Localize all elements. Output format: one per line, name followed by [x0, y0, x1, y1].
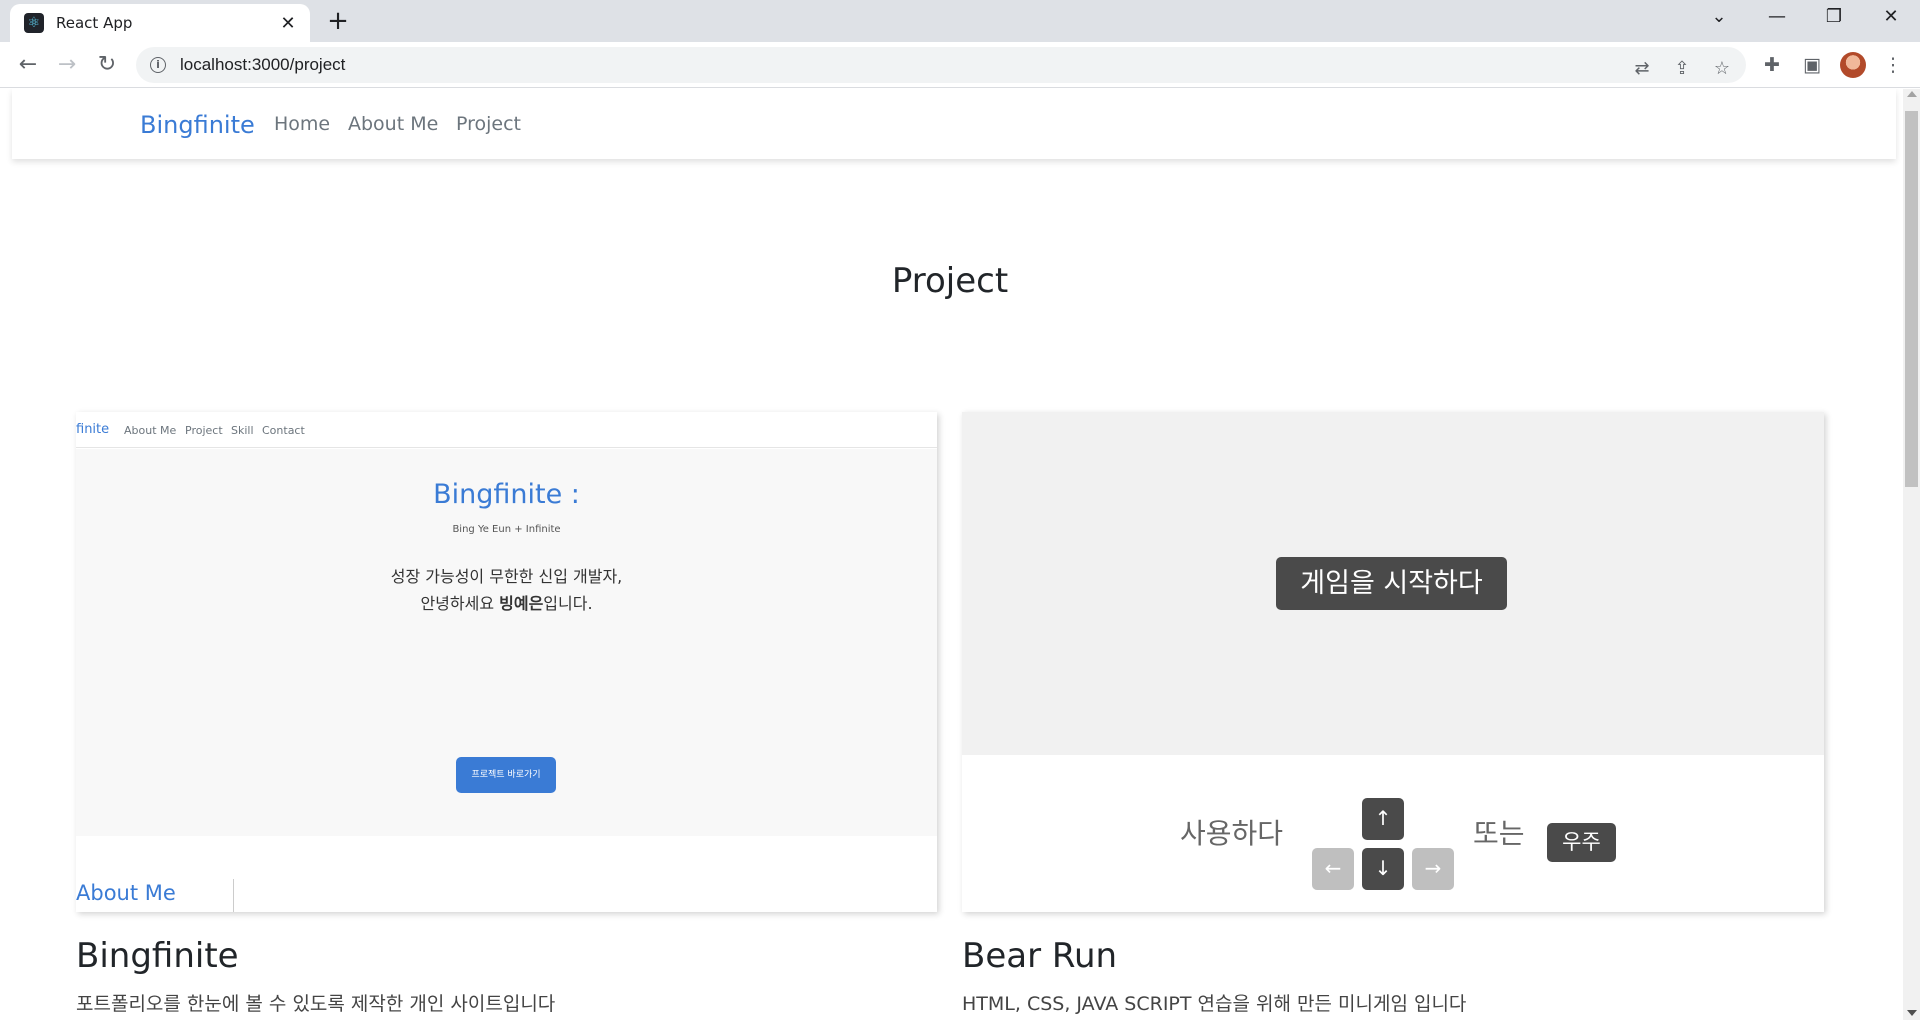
preview-nav-contact: Contact	[262, 424, 305, 437]
preview-intro-suffix: 입니다.	[543, 594, 593, 613]
project-description-bingfinite: 포트폴리오를 한눈에 볼 수 있도록 제작한 개인 사이트입니다	[76, 993, 556, 1015]
preview-subheading: Bing Ye Eun + Infinite	[452, 524, 561, 535]
browser-tab-strip: ⚛ React App ✕ + ⌄ — ❐ ✕	[0, 0, 1920, 42]
browser-toolbar: ← → ↻ i localhost:3000/project ⇄ ⇪ ☆	[0, 42, 1920, 88]
page-title: Project	[891, 261, 1009, 301]
preview-about-heading: About Me	[76, 881, 176, 905]
profile-avatar[interactable]	[1840, 52, 1866, 78]
window-close-icon[interactable]: ✕	[1876, 6, 1906, 27]
preview-intro: 성장 가능성이 무한한 신입 개발자, 안녕하세요 빙예은입니다.	[76, 563, 937, 617]
scrollbar-thumb[interactable]	[1905, 111, 1918, 487]
page-scrollbar[interactable]	[1903, 89, 1920, 1020]
minimize-icon[interactable]: —	[1762, 6, 1792, 27]
project-preview-bingfinite[interactable]: finite About Me Project Skill Contact Bi…	[76, 412, 937, 912]
arrow-left-key-icon: ←	[1312, 848, 1354, 890]
preview-intro-name: 빙예은	[499, 594, 544, 613]
preview-nav-skill: Skill	[231, 424, 254, 437]
react-favicon-icon: ⚛	[24, 13, 44, 33]
controls-use-label: 사용하다	[1180, 817, 1284, 850]
scroll-down-arrow-icon[interactable]	[1907, 1010, 1917, 1016]
restore-icon[interactable]: ❐	[1819, 6, 1849, 27]
browser-menu-icon[interactable]: ⋮	[1880, 53, 1906, 77]
translate-icon[interactable]: ⇄	[1630, 57, 1654, 81]
arrow-up-key-icon: ↑	[1362, 798, 1404, 840]
project-preview-bear-run[interactable]: 게임을 시작하다 사용하다 ↑ ← ↓ → 또는 우주	[962, 412, 1824, 912]
preview-intro-prefix: 안녕하세요	[420, 594, 500, 613]
tab-search-chevron-icon[interactable]: ⌄	[1704, 6, 1734, 27]
bookmark-star-icon[interactable]: ☆	[1710, 57, 1734, 81]
project-title-bear-run: Bear Run	[962, 936, 1118, 976]
preview-heading: Bingfinite :	[433, 479, 580, 510]
new-tab-icon[interactable]: +	[326, 8, 350, 34]
site-brand[interactable]: Bingfinite	[140, 111, 255, 139]
project-title-bingfinite: Bingfinite	[76, 936, 239, 976]
space-key: 우주	[1547, 823, 1616, 862]
nav-link-about-me[interactable]: About Me	[348, 113, 438, 135]
forward-arrow-icon[interactable]: →	[53, 52, 81, 78]
tab-title: React App	[56, 14, 133, 32]
preview-intro-line2: 안녕하세요 빙예은입니다.	[76, 590, 937, 617]
preview-intro-line1: 성장 가능성이 무한한 신입 개발자,	[390, 567, 623, 586]
nav-link-project[interactable]: Project	[456, 113, 521, 135]
site-info-icon[interactable]: i	[150, 57, 166, 73]
arrow-down-key-icon: ↓	[1362, 848, 1404, 890]
browser-tab[interactable]: ⚛ React App ✕	[10, 4, 310, 42]
back-arrow-icon[interactable]: ←	[14, 52, 42, 78]
close-tab-icon[interactable]: ✕	[278, 13, 298, 34]
page-viewport: Bingfinite Home About Me Project Project…	[0, 89, 1920, 1020]
project-description-bear-run: HTML, CSS, JAVA SCRIPT 연습을 위해 만든 미니게임 입니…	[962, 993, 1467, 1015]
scroll-up-arrow-icon[interactable]	[1907, 91, 1917, 97]
side-panel-icon[interactable]: ▣	[1799, 53, 1825, 77]
address-bar[interactable]: i localhost:3000/project ⇄ ⇪ ☆	[136, 47, 1746, 83]
game-start-button[interactable]: 게임을 시작하다	[1276, 557, 1507, 610]
share-icon[interactable]: ⇪	[1670, 57, 1694, 81]
preview-project-button: 프로젝트 바로가기	[456, 757, 556, 793]
reload-icon[interactable]: ↻	[93, 52, 121, 78]
controls-or-label: 또는	[1473, 817, 1525, 850]
preview-navbar: finite About Me Project Skill Contact	[76, 412, 937, 448]
nav-link-home[interactable]: Home	[274, 113, 330, 135]
preview-brand: finite	[76, 422, 110, 437]
arrow-right-key-icon: →	[1412, 848, 1454, 890]
preview-nav-about: About Me	[124, 424, 177, 437]
site-navbar: Bingfinite Home About Me Project	[12, 89, 1896, 159]
preview-divider	[233, 879, 234, 912]
extensions-puzzle-icon[interactable]: ✚	[1759, 53, 1785, 77]
preview-nav-project: Project	[185, 424, 223, 437]
url-text[interactable]: localhost:3000/project	[180, 55, 345, 75]
